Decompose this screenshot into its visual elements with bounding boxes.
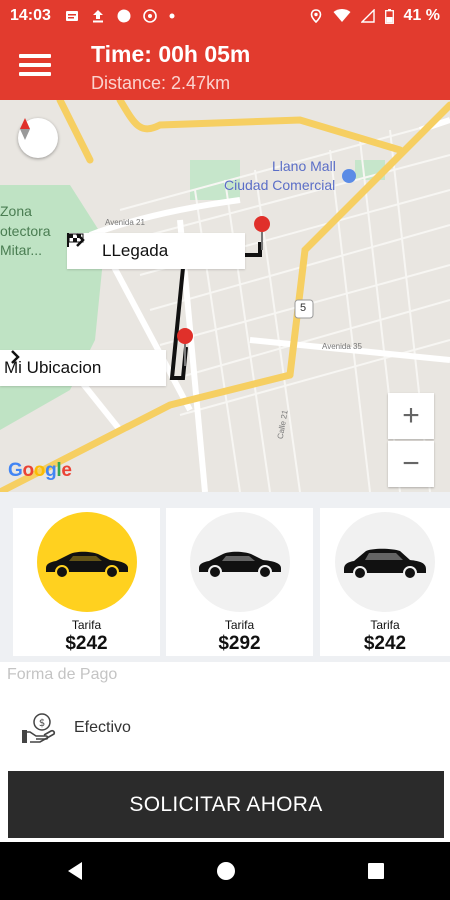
map-label-mall-2: Ciudad Comercial xyxy=(224,177,336,193)
status-time: 14:03 xyxy=(10,7,51,24)
upload-icon xyxy=(92,10,103,23)
status-bar: 14:03 41 % xyxy=(0,0,450,32)
sync-icon xyxy=(143,9,157,23)
map-label-mall-1: Llano Mall xyxy=(272,158,336,174)
circle-icon xyxy=(117,9,131,23)
dot-icon xyxy=(169,13,175,19)
car-icon-circle xyxy=(36,512,137,612)
map-label-zona-2: otectora xyxy=(0,223,51,239)
back-icon[interactable] xyxy=(64,860,86,882)
tarifa-label: Tarifa xyxy=(224,618,255,632)
compass-icon xyxy=(20,118,30,140)
map-label-route-5: 5 xyxy=(300,302,307,314)
compass-button[interactable] xyxy=(18,118,58,158)
trip-distance: Distance: 2.47km xyxy=(91,73,231,93)
payment-section-label: Forma de Pago xyxy=(7,666,118,683)
vehicle-options: Tarifa $242 Tarifa $292 Tarifa $242 xyxy=(0,492,450,662)
map-view[interactable]: Llano Mall Ciudad Comercial Zona otector… xyxy=(0,100,450,492)
vehicle-option-1[interactable]: Tarifa $242 xyxy=(13,508,160,656)
car-icon-circle xyxy=(335,512,435,612)
chevron-right-icon xyxy=(76,233,85,247)
zoom-in-button[interactable]: + xyxy=(388,393,434,439)
tarifa-label: Tarifa xyxy=(370,618,400,632)
destination-label: LLegada xyxy=(102,241,169,260)
mall-pin xyxy=(342,169,356,183)
request-ride-button[interactable]: SOLICITAR AHORA xyxy=(8,771,444,838)
map-label-avenida-21: Avenida 21 xyxy=(105,218,145,227)
destination-pin xyxy=(254,216,270,250)
chevron-right-icon xyxy=(11,350,20,364)
map-label-zona-3: Mitar... xyxy=(0,242,43,258)
vehicle-option-3[interactable]: Tarifa $242 xyxy=(320,508,450,656)
fare-price: $242 xyxy=(363,633,407,654)
cash-hand-icon: $ xyxy=(22,713,56,743)
app-bar: Time: 00h 05m Distance: 2.47km xyxy=(0,32,450,100)
message-icon xyxy=(65,11,78,21)
zoom-out-button[interactable]: − xyxy=(388,441,434,487)
car-icon-circle xyxy=(189,512,290,612)
vehicle-option-2[interactable]: Tarifa $292 xyxy=(166,508,313,656)
svg-text:$: $ xyxy=(39,718,45,729)
recents-icon[interactable] xyxy=(366,861,386,881)
google-logo: Google xyxy=(8,460,72,481)
fare-price: $292 xyxy=(218,633,261,654)
wifi-icon xyxy=(333,9,351,22)
car-icon xyxy=(344,548,426,580)
origin-callout[interactable]: Mi Ubicacion xyxy=(0,350,166,386)
status-system-icons: 41 % xyxy=(309,7,440,25)
car-icon xyxy=(45,551,128,579)
payment-method-label: Efectivo xyxy=(74,719,131,736)
signal-icon xyxy=(360,9,375,23)
car-icon xyxy=(198,551,281,579)
location-icon xyxy=(310,9,321,23)
fare-price: $242 xyxy=(65,633,108,654)
battery-percent: 41 % xyxy=(403,7,440,24)
menu-icon[interactable] xyxy=(19,54,51,78)
map-canvas xyxy=(0,100,450,492)
payment-method-row[interactable]: $ Efectivo xyxy=(0,706,450,750)
home-icon[interactable] xyxy=(215,860,237,882)
tarifa-label: Tarifa xyxy=(71,618,102,632)
map-label-avenida-35: Avenida 35 xyxy=(322,342,362,351)
trip-time: Time: 00h 05m xyxy=(91,41,251,67)
system-nav-bar xyxy=(0,842,450,900)
destination-callout[interactable]: LLegada xyxy=(67,233,245,269)
status-notification-icons xyxy=(65,9,175,23)
battery-icon xyxy=(384,8,394,24)
map-label-zona-1: Zona xyxy=(0,203,32,219)
